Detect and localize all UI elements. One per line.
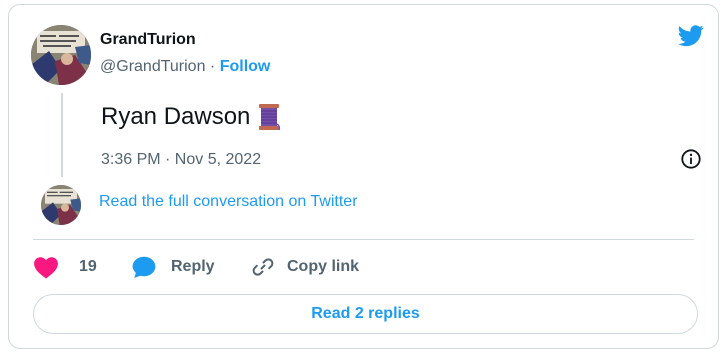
reply-button[interactable]: Reply (131, 253, 215, 281)
like-button[interactable]: 19 (33, 253, 97, 281)
author-handle-line: @GrandTurion · Follow (100, 58, 270, 76)
read-replies-button[interactable]: Read 2 replies (33, 294, 698, 334)
tweet-actions: 19 Reply Copy link (33, 253, 693, 281)
conversation-avatar[interactable] (41, 185, 81, 225)
copy-link-label: Copy link (287, 258, 360, 275)
info-icon[interactable] (680, 148, 702, 170)
copy-link-button[interactable]: Copy link (251, 253, 359, 281)
tweet-text: Ryan Dawson (101, 101, 281, 133)
like-count: 19 (79, 258, 97, 275)
author-avatar[interactable] (31, 25, 91, 85)
handle-separator: · (209, 58, 216, 75)
tweet-body: Ryan Dawson (101, 103, 251, 130)
twitter-bird-icon[interactable] (678, 25, 704, 47)
follow-button[interactable]: Follow (220, 58, 271, 75)
spool-of-thread-emoji (258, 102, 281, 132)
reply-label: Reply (171, 258, 215, 275)
thread-connector-line (61, 93, 63, 177)
tweet-embed-card: GrandTurion @GrandTurion · Follow Ryan D… (8, 4, 719, 349)
author-display-name[interactable]: GrandTurion (100, 31, 196, 49)
tweet-timestamp[interactable]: 3:36 PM · Nov 5, 2022 (101, 151, 261, 169)
divider (33, 239, 694, 240)
author-handle[interactable]: @GrandTurion (100, 58, 205, 75)
link-icon (252, 258, 274, 276)
speech-bubble-icon (132, 256, 156, 278)
read-full-conversation-link[interactable]: Read the full conversation on Twitter (99, 193, 358, 211)
heart-icon (34, 257, 58, 279)
